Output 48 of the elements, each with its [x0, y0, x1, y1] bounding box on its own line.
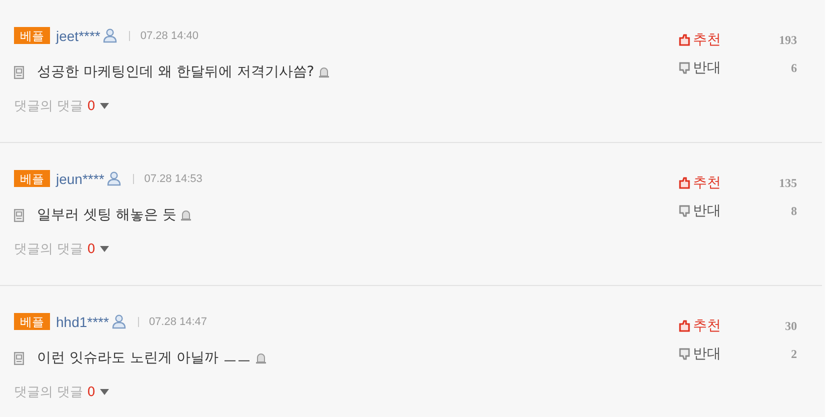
user-name[interactable]: hhd1****: [56, 314, 109, 330]
oppose-label[interactable]: 반대: [693, 345, 721, 363]
oppose-count: 2: [791, 346, 797, 362]
recommend-count: 135: [779, 176, 797, 190]
memo-icon: [14, 352, 24, 364]
recommend-label[interactable]: 추천: [693, 317, 721, 335]
replies-label: 댓글의 댓글: [14, 384, 84, 401]
replies-label: 댓글의 댓글: [14, 241, 84, 258]
person-icon: [112, 314, 126, 329]
user-name[interactable]: jeet****: [56, 28, 100, 44]
recommend-count: 193: [779, 32, 797, 48]
thumbs-up-icon[interactable]: [679, 177, 690, 189]
recommend-label[interactable]: 추천: [693, 174, 721, 192]
timestamp: 07.28 14:53: [144, 172, 202, 184]
thumbs-up-icon[interactable]: [679, 34, 690, 46]
person-icon: [107, 171, 122, 186]
thumbs-up-icon[interactable]: [679, 320, 690, 332]
replies-label: 댓글의 댓글: [14, 98, 84, 115]
timestamp: 07.28 14:40: [140, 30, 198, 42]
oppose-label[interactable]: 반대: [693, 59, 721, 77]
replies-count: 0: [87, 384, 96, 400]
siren-icon[interactable]: [254, 352, 267, 364]
best-badge: 베플: [14, 313, 50, 330]
comment-text: 성공한 마케팅인데 왜 한달뒤에 저격기사씀?: [37, 63, 314, 81]
recommend-label[interactable]: 추천: [693, 31, 721, 49]
user-name[interactable]: jeun****: [56, 170, 104, 186]
timestamp: 07.28 14:47: [148, 316, 208, 328]
comment-text: 이런 잇슈라도 노린게 아닐까 ㅡㅡ: [37, 349, 251, 367]
siren-icon[interactable]: [318, 66, 330, 78]
thumbs-down-icon[interactable]: [679, 62, 690, 74]
caret-icon: [100, 103, 110, 109]
best-badge: 베플: [14, 27, 50, 44]
comment-text: 일부러 셋팅 해놓은 듯: [37, 206, 176, 224]
caret-icon: [100, 389, 110, 395]
person-icon: [103, 28, 118, 43]
memo-icon: [14, 208, 24, 222]
replies-count: 0: [87, 98, 96, 114]
replies-count: 0: [87, 242, 96, 256]
caret-icon: [100, 246, 110, 252]
siren-icon[interactable]: [180, 209, 192, 221]
oppose-label[interactable]: 반대: [693, 202, 721, 220]
oppose-count: 6: [791, 60, 797, 76]
thumbs-down-icon[interactable]: [679, 348, 690, 360]
best-badge: 베플: [14, 170, 50, 187]
oppose-count: 8: [791, 204, 797, 218]
thumbs-down-icon[interactable]: [679, 205, 690, 217]
memo-icon: [14, 66, 24, 78]
recommend-count: 30: [785, 318, 797, 334]
